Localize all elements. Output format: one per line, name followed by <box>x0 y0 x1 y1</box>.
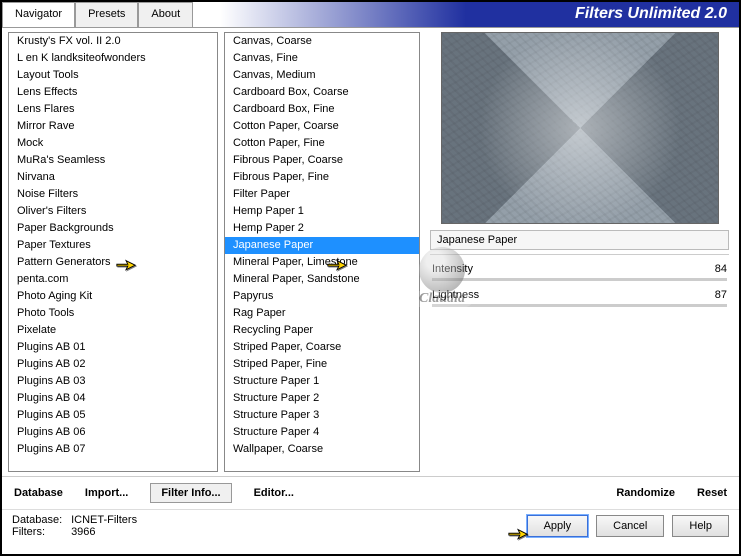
parameter-panel: Intensity 84 Lightness 87 <box>426 257 733 317</box>
filter-item[interactable]: Canvas, Medium <box>225 67 419 84</box>
filter-item[interactable]: Recycling Paper <box>225 322 419 339</box>
category-item[interactable]: Paper Backgrounds <box>9 220 217 237</box>
filter-item[interactable]: Canvas, Fine <box>225 50 419 67</box>
database-button[interactable]: Database <box>14 487 63 499</box>
filter-item[interactable]: Striped Paper, Fine <box>225 356 419 373</box>
category-item[interactable]: Photo Aging Kit <box>9 288 217 305</box>
tab-bar: Navigator Presets About <box>2 2 193 27</box>
filter-item[interactable]: Canvas, Coarse <box>225 33 419 50</box>
filter-item[interactable]: Cotton Paper, Fine <box>225 135 419 152</box>
reset-button[interactable]: Reset <box>697 487 727 499</box>
filter-info-button[interactable]: Filter Info... <box>150 483 231 503</box>
category-item[interactable]: Oliver's Filters <box>9 203 217 220</box>
filter-item[interactable]: Japanese Paper <box>225 237 419 254</box>
parameter-row[interactable]: Intensity 84 <box>432 261 727 277</box>
category-item[interactable]: Pattern Generators <box>9 254 217 271</box>
filter-item[interactable]: Cardboard Box, Coarse <box>225 84 419 101</box>
filter-item[interactable]: Fibrous Paper, Coarse <box>225 152 419 169</box>
category-item[interactable]: MuRa's Seamless <box>9 152 217 169</box>
filter-item[interactable]: Structure Paper 3 <box>225 407 419 424</box>
category-item[interactable]: Mock <box>9 135 217 152</box>
filter-item[interactable]: Cotton Paper, Coarse <box>225 118 419 135</box>
filter-item[interactable]: Hemp Paper 2 <box>225 220 419 237</box>
category-item[interactable]: Plugins AB 07 <box>9 441 217 458</box>
category-item[interactable]: Plugins AB 03 <box>9 373 217 390</box>
filter-item[interactable]: Structure Paper 1 <box>225 373 419 390</box>
filter-item[interactable]: Structure Paper 2 <box>225 390 419 407</box>
category-list[interactable]: Krusty's FX vol. II 2.0L en K landksiteo… <box>8 32 218 472</box>
parameter-row[interactable]: Lightness 87 <box>432 287 727 303</box>
randomize-button[interactable]: Randomize <box>616 487 675 499</box>
category-item[interactable]: Layout Tools <box>9 67 217 84</box>
parameter-slider[interactable] <box>432 304 727 307</box>
category-item[interactable]: Krusty's FX vol. II 2.0 <box>9 33 217 50</box>
apply-button[interactable]: Apply <box>527 515 589 537</box>
import-button[interactable]: Import... <box>85 487 128 499</box>
preview-image <box>441 32 719 224</box>
category-item[interactable]: L en K landksiteofwonders <box>9 50 217 67</box>
parameter-slider[interactable] <box>432 278 727 281</box>
filter-item[interactable]: Papyrus <box>225 288 419 305</box>
filter-item[interactable]: Hemp Paper 1 <box>225 203 419 220</box>
parameter-label: Intensity <box>432 263 473 275</box>
category-item[interactable]: Lens Flares <box>9 101 217 118</box>
parameter-value: 84 <box>715 263 727 275</box>
filter-item[interactable]: Wallpaper, Coarse <box>225 441 419 458</box>
app-title: Filters Unlimited 2.0 <box>193 2 739 27</box>
category-item[interactable]: Nirvana <box>9 169 217 186</box>
filter-item[interactable]: Striped Paper, Coarse <box>225 339 419 356</box>
category-item[interactable]: Noise Filters <box>9 186 217 203</box>
editor-button[interactable]: Editor... <box>254 487 294 499</box>
tab-navigator[interactable]: Navigator <box>2 2 75 27</box>
category-item[interactable]: Plugins AB 01 <box>9 339 217 356</box>
filter-list[interactable]: Canvas, CoarseCanvas, FineCanvas, Medium… <box>224 32 420 472</box>
category-item[interactable]: penta.com <box>9 271 217 288</box>
filter-item[interactable]: Cardboard Box, Fine <box>225 101 419 118</box>
tab-presets[interactable]: Presets <box>75 2 138 27</box>
category-item[interactable]: Photo Tools <box>9 305 217 322</box>
category-item[interactable]: Plugins AB 04 <box>9 390 217 407</box>
filter-item[interactable]: Mineral Paper, Sandstone <box>225 271 419 288</box>
tab-about[interactable]: About <box>138 2 193 27</box>
parameter-label: Lightness <box>432 289 479 301</box>
filter-item[interactable]: Mineral Paper, Limestone <box>225 254 419 271</box>
database-info: Database: ICNET-Filters Filters: 3966 <box>12 514 137 538</box>
category-item[interactable]: Plugins AB 05 <box>9 407 217 424</box>
selected-filter-name: Japanese Paper <box>430 230 729 250</box>
category-item[interactable]: Pixelate <box>9 322 217 339</box>
filter-item[interactable]: Rag Paper <box>225 305 419 322</box>
cancel-button[interactable]: Cancel <box>596 515 664 537</box>
category-item[interactable]: Mirror Rave <box>9 118 217 135</box>
category-item[interactable]: Paper Textures <box>9 237 217 254</box>
help-button[interactable]: Help <box>672 515 729 537</box>
filter-item[interactable]: Fibrous Paper, Fine <box>225 169 419 186</box>
category-item[interactable]: Lens Effects <box>9 84 217 101</box>
filter-item[interactable]: Structure Paper 4 <box>225 424 419 441</box>
filter-item[interactable]: Filter Paper <box>225 186 419 203</box>
parameter-value: 87 <box>715 289 727 301</box>
category-item[interactable]: Plugins AB 02 <box>9 356 217 373</box>
category-item[interactable]: Plugins AB 06 <box>9 424 217 441</box>
